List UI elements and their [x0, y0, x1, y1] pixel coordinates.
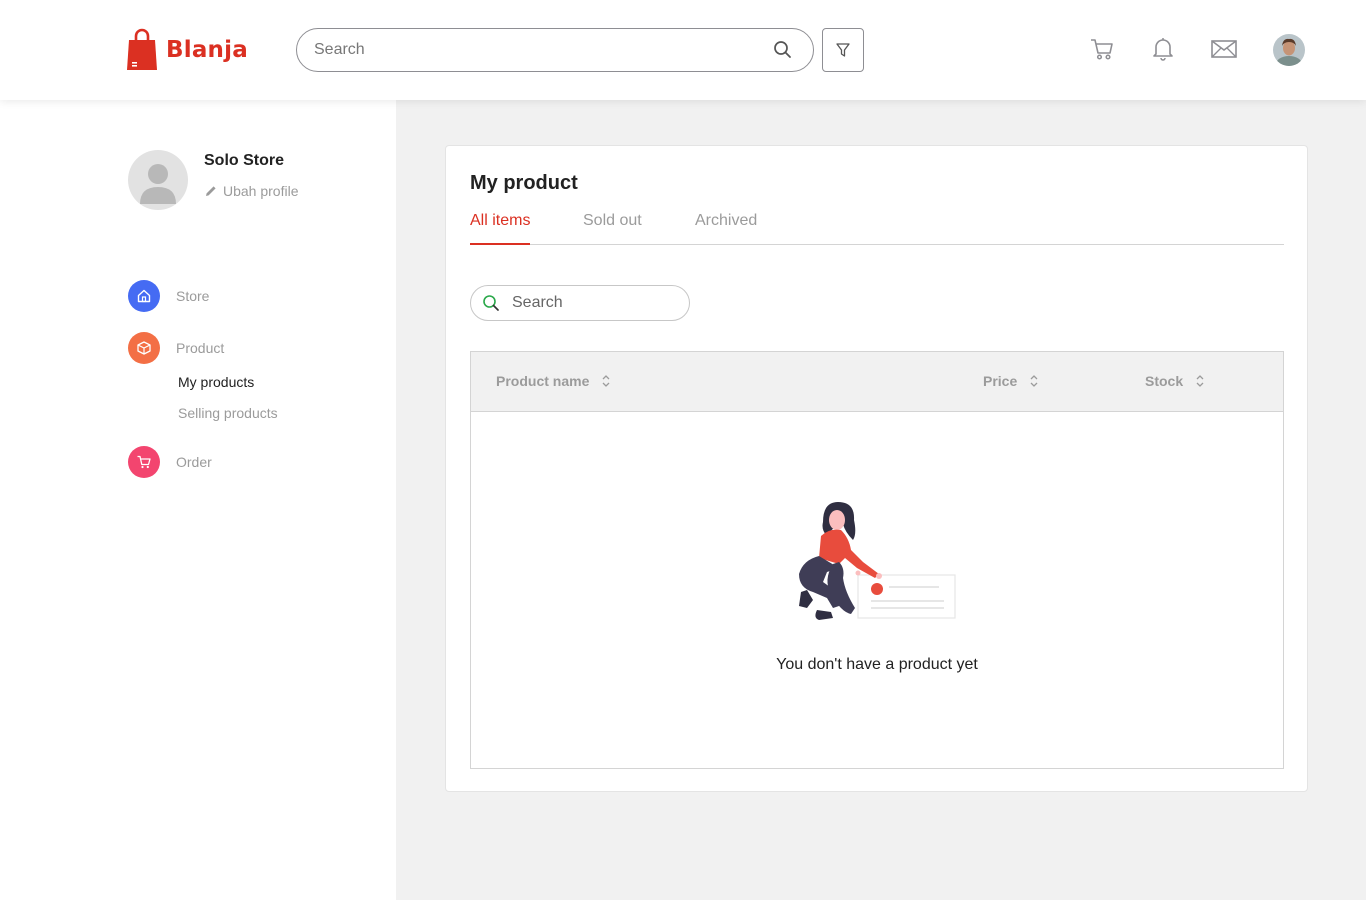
- page-title: My product: [470, 172, 578, 194]
- pencil-icon: [206, 186, 216, 196]
- sidebar-sub-selling-products[interactable]: Selling products: [178, 405, 278, 421]
- product-tabs: All items Sold out Archived: [470, 212, 1284, 245]
- sort-icon: [1196, 375, 1204, 387]
- brand-logo[interactable]: Blanja: [126, 28, 248, 72]
- column-header-stock[interactable]: Stock: [1145, 373, 1205, 389]
- sort-icon: [1030, 375, 1038, 387]
- shopping-bag-icon: [127, 28, 157, 70]
- user-avatar[interactable]: [1273, 34, 1305, 66]
- filter-button[interactable]: [822, 28, 864, 72]
- column-label-price: Price: [983, 373, 1018, 389]
- product-search-input[interactable]: [512, 294, 672, 312]
- sidebar-sub-my-products[interactable]: My products: [178, 374, 254, 390]
- sidebar-label-store: Store: [176, 288, 210, 304]
- box-icon: [128, 332, 160, 364]
- column-label-product-name: Product name: [496, 373, 590, 389]
- brand-name: Blanja: [166, 37, 248, 63]
- sort-icon: [602, 375, 610, 387]
- sidebar-item-product[interactable]: Product: [128, 332, 224, 364]
- filter-icon: [836, 43, 850, 57]
- search-icon[interactable]: [773, 40, 793, 65]
- table-header: Product name Price Stock: [471, 352, 1283, 412]
- product-search-bar: [470, 285, 690, 321]
- my-product-card: My product All items Sold out Archived P…: [445, 145, 1308, 792]
- header-search-input[interactable]: [314, 41, 754, 59]
- tab-sold-out[interactable]: Sold out: [583, 212, 642, 245]
- sidebar-item-store[interactable]: Store: [128, 280, 209, 312]
- search-icon: [483, 295, 499, 311]
- cart-icon: [128, 446, 160, 478]
- empty-state-illustration: [793, 496, 958, 631]
- empty-state-message: You don't have a product yet: [776, 656, 978, 673]
- column-header-product-name[interactable]: Product name: [496, 373, 611, 389]
- edit-profile-link[interactable]: Ubah profile: [204, 183, 299, 199]
- sidebar-label-product: Product: [176, 340, 225, 356]
- tab-all-items[interactable]: All items: [470, 212, 531, 245]
- store-name: Solo Store: [204, 152, 285, 169]
- top-navbar: Blanja: [0, 0, 1366, 100]
- cart-icon[interactable]: [1087, 34, 1117, 64]
- product-table: Product name Price Stock You don't have …: [470, 351, 1284, 769]
- header-search-bar: [296, 28, 814, 72]
- column-label-stock: Stock: [1145, 373, 1184, 389]
- store-avatar[interactable]: [128, 150, 188, 210]
- sidebar-label-order: Order: [176, 454, 212, 470]
- home-icon: [128, 280, 160, 312]
- sidebar-item-order[interactable]: Order: [128, 446, 212, 478]
- bell-icon[interactable]: [1148, 34, 1178, 64]
- mail-icon[interactable]: [1209, 34, 1239, 64]
- edit-profile-label: Ubah profile: [223, 183, 299, 199]
- column-header-price[interactable]: Price: [983, 373, 1039, 389]
- seller-sidebar: Solo Store Ubah profile Store Product My…: [0, 100, 396, 900]
- tab-archived[interactable]: Archived: [695, 212, 757, 245]
